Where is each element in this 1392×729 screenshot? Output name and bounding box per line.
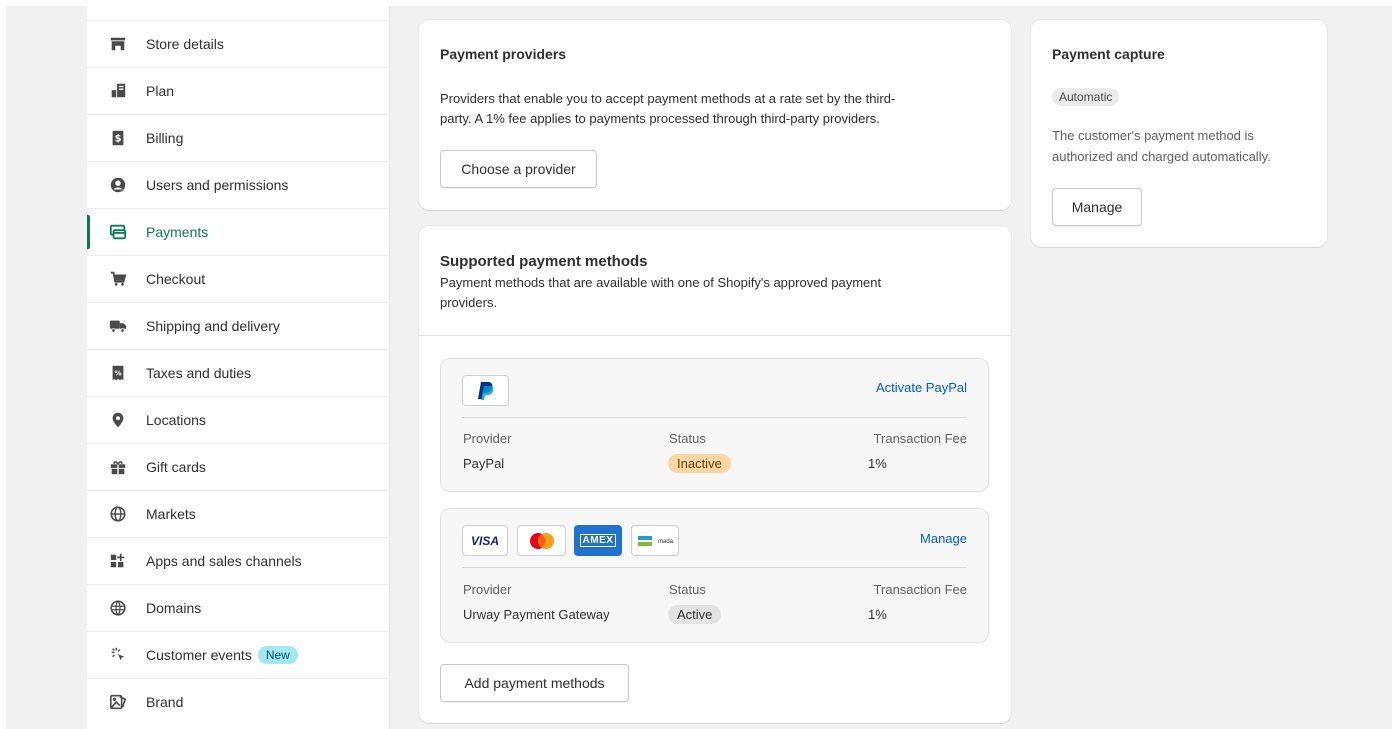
divider	[419, 335, 1011, 336]
provider-label: Provider	[463, 582, 512, 597]
payment-capture-card: Payment capture Automatic The customer's…	[1031, 20, 1327, 247]
sidebar-item-markets[interactable]: Markets	[87, 490, 390, 537]
sidebar-item-label: Markets	[146, 506, 196, 522]
gift-icon	[108, 457, 128, 477]
payments-icon	[108, 222, 128, 242]
card-description: Payment methods that are available with …	[440, 275, 882, 310]
manage-link[interactable]: Manage	[920, 531, 967, 546]
cart-icon	[108, 269, 128, 289]
sidebar-item-label: Customer events	[146, 647, 252, 663]
sidebar-item-taxes[interactable]: % Taxes and duties	[87, 349, 390, 396]
sidebar-item-brand[interactable]: Brand	[87, 678, 390, 725]
payment-providers-card: Payment providers Providers that enable …	[419, 20, 1011, 210]
tax-icon: %	[108, 363, 128, 383]
sidebar-item-checkout[interactable]: Checkout	[87, 255, 390, 302]
sidebar-item-label: Billing	[146, 130, 184, 146]
divider	[462, 417, 967, 418]
urway-method-box: VISA AMEX mada Manage Provider Status Tr…	[440, 508, 989, 643]
svg-text:%: %	[114, 369, 121, 378]
sidebar-item-label: Store details	[146, 36, 224, 52]
card-description: The customer's payment method is authori…	[1052, 128, 1271, 164]
status-badge: Inactive	[668, 454, 731, 473]
visa-logo: VISA	[462, 525, 508, 556]
capture-mode-badge: Automatic	[1052, 88, 1120, 106]
sidebar-item-apps[interactable]: Apps and sales channels	[87, 537, 390, 584]
location-pin-icon	[108, 410, 128, 430]
brand-icon	[108, 692, 128, 712]
sidebar-item-billing[interactable]: $ Billing	[87, 114, 390, 161]
sidebar-item-label: Taxes and duties	[146, 365, 252, 381]
plan-icon	[108, 81, 128, 101]
paypal-method-box: Activate PayPal Provider Status Transact…	[440, 358, 989, 492]
sidebar-item-customer-events[interactable]: Customer events New	[87, 631, 390, 678]
sidebar-item-label: Gift cards	[146, 459, 206, 475]
fee-label: Transaction Fee	[873, 582, 967, 597]
sidebar-item-locations[interactable]: Locations	[87, 396, 390, 443]
provider-value: PayPal	[463, 456, 505, 471]
globe-icon	[108, 504, 128, 524]
sparkle-cursor-icon	[108, 645, 128, 665]
sidebar-item-shipping[interactable]: Shipping and delivery	[87, 302, 390, 349]
sidebar-item-payments[interactable]: Payments	[87, 208, 390, 255]
fee-label: Transaction Fee	[873, 431, 967, 446]
status-label: Status	[669, 582, 706, 597]
divider	[462, 567, 967, 568]
add-payment-methods-button[interactable]: Add payment methods	[440, 664, 629, 702]
sidebar-item-users[interactable]: Users and permissions	[87, 161, 390, 208]
sidebar-item-label: Apps and sales channels	[146, 553, 302, 569]
paypal-logo	[462, 375, 509, 406]
new-badge: New	[257, 646, 298, 664]
status-badge: Active	[668, 605, 722, 624]
sidebar-item-domains[interactable]: Domains	[87, 584, 390, 631]
choose-provider-button[interactable]: Choose a provider	[440, 150, 597, 188]
provider-value: Urway Payment Gateway	[463, 607, 610, 622]
sidebar-item-label: Domains	[146, 600, 202, 616]
mastercard-logo	[517, 525, 566, 556]
store-icon	[108, 34, 128, 54]
sidebar-item-store-details[interactable]: Store details	[87, 20, 390, 67]
fee-value: 1%	[868, 607, 887, 622]
mada-logo: mada	[631, 525, 679, 556]
card-title: Supported payment methods	[440, 253, 648, 270]
fee-value: 1%	[868, 456, 887, 471]
domain-globe-icon	[108, 598, 128, 618]
settings-sidebar: Store details Plan $ Billing Users and p…	[87, 6, 390, 729]
card-description: Providers that enable you to accept paym…	[440, 91, 896, 126]
truck-icon	[108, 316, 128, 336]
sidebar-item-label: Checkout	[146, 271, 206, 287]
svg-text:$: $	[115, 134, 122, 145]
manage-capture-button[interactable]: Manage	[1052, 188, 1142, 226]
card-title: Payment providers	[440, 46, 567, 62]
amex-logo: AMEX	[574, 525, 622, 556]
sidebar-item-label: Locations	[146, 412, 206, 428]
sidebar-item-gift-cards[interactable]: Gift cards	[87, 443, 390, 490]
sidebar-item-label: Brand	[146, 694, 184, 710]
billing-icon: $	[108, 128, 128, 148]
activate-paypal-link[interactable]: Activate PayPal	[876, 380, 967, 395]
apps-icon	[108, 551, 128, 571]
sidebar-item-plan[interactable]: Plan	[87, 67, 390, 114]
card-title: Payment capture	[1052, 46, 1165, 62]
status-label: Status	[669, 431, 706, 446]
sidebar-item-label: Shipping and delivery	[146, 318, 280, 334]
user-icon	[108, 175, 128, 195]
provider-label: Provider	[463, 431, 512, 446]
sidebar-item-label: Plan	[146, 83, 175, 99]
sidebar-item-label: Payments	[146, 224, 209, 240]
supported-methods-card: Supported payment methods Payment method…	[419, 226, 1011, 723]
sidebar-item-label: Users and permissions	[146, 177, 289, 193]
